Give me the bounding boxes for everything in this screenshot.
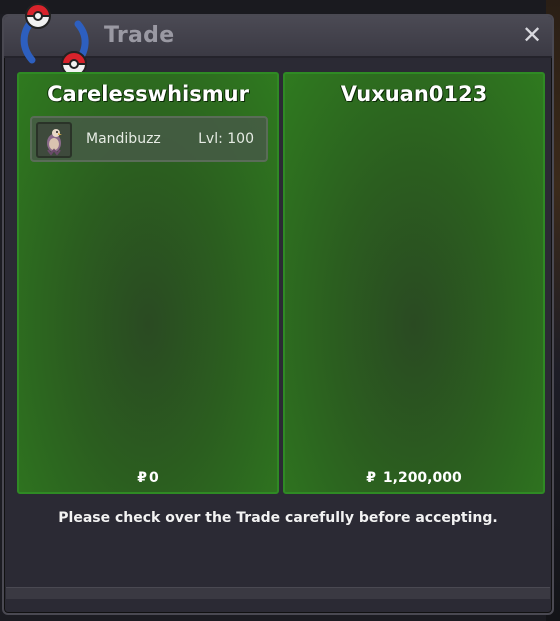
trade-window: Trade ✕ Carelesswhismur Mandibuzz Lvl: 1… <box>2 3 554 615</box>
trade-pokemon-item[interactable]: Mandibuzz Lvl: 100 <box>30 116 268 162</box>
money-amount-left: 0 <box>149 470 159 486</box>
trade-panel-right: Vuxuan0123 ₽ 1,200,000 <box>283 72 545 494</box>
money-offer-right: ₽ 1,200,000 <box>285 470 543 486</box>
close-button[interactable]: ✕ <box>520 23 544 47</box>
player-name-left: Carelesswhismur <box>47 82 249 106</box>
pokedollar-icon: ₽ <box>366 470 377 486</box>
window-footer <box>6 587 550 599</box>
pokemon-sprite-frame <box>36 122 72 158</box>
pokemon-name: Mandibuzz <box>86 131 161 147</box>
player-name-right: Vuxuan0123 <box>340 82 488 106</box>
trade-swap-icon <box>20 3 89 77</box>
money-amount-right: 1,200,000 <box>382 470 462 486</box>
trade-panel-left: Carelesswhismur Mandibuzz Lvl: 100 ₽0 <box>17 72 279 494</box>
money-offer-left: ₽0 <box>19 470 277 486</box>
mandibuzz-sprite-icon <box>47 129 62 156</box>
window-title: Trade <box>104 23 175 48</box>
pokedollar-icon: ₽ <box>137 470 147 486</box>
pokemon-level: Lvl: 100 <box>198 131 254 147</box>
trade-notice: Please check over the Trade carefully be… <box>58 510 498 526</box>
